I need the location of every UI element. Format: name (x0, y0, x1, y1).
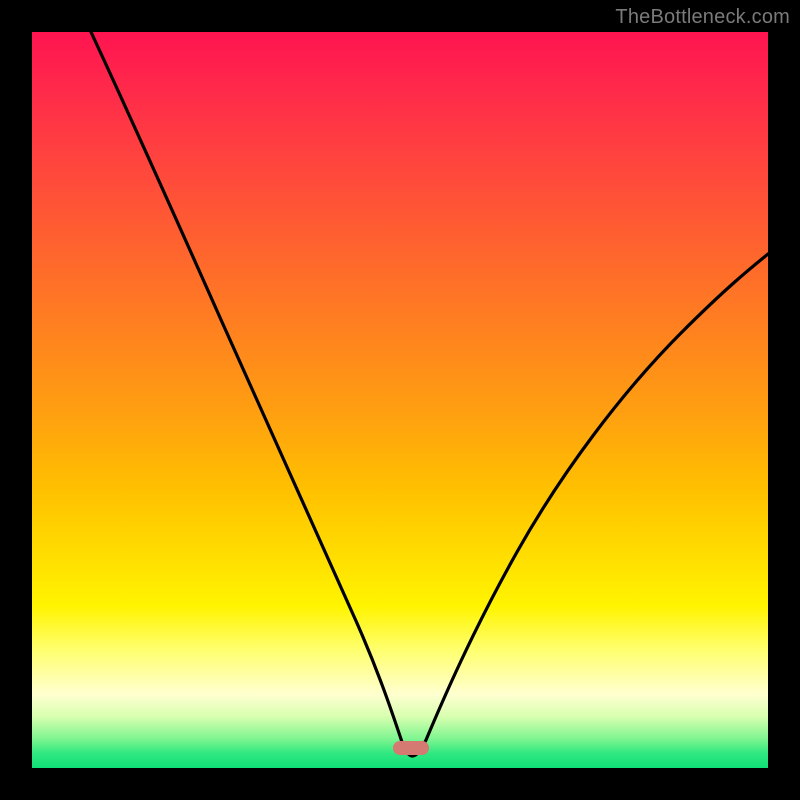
plot-area (32, 32, 768, 768)
chart-frame: TheBottleneck.com (0, 0, 800, 800)
bottleneck-curve (32, 32, 768, 768)
minimum-marker (393, 741, 429, 755)
watermark-text: TheBottleneck.com (615, 6, 790, 29)
curve-path (91, 32, 768, 756)
